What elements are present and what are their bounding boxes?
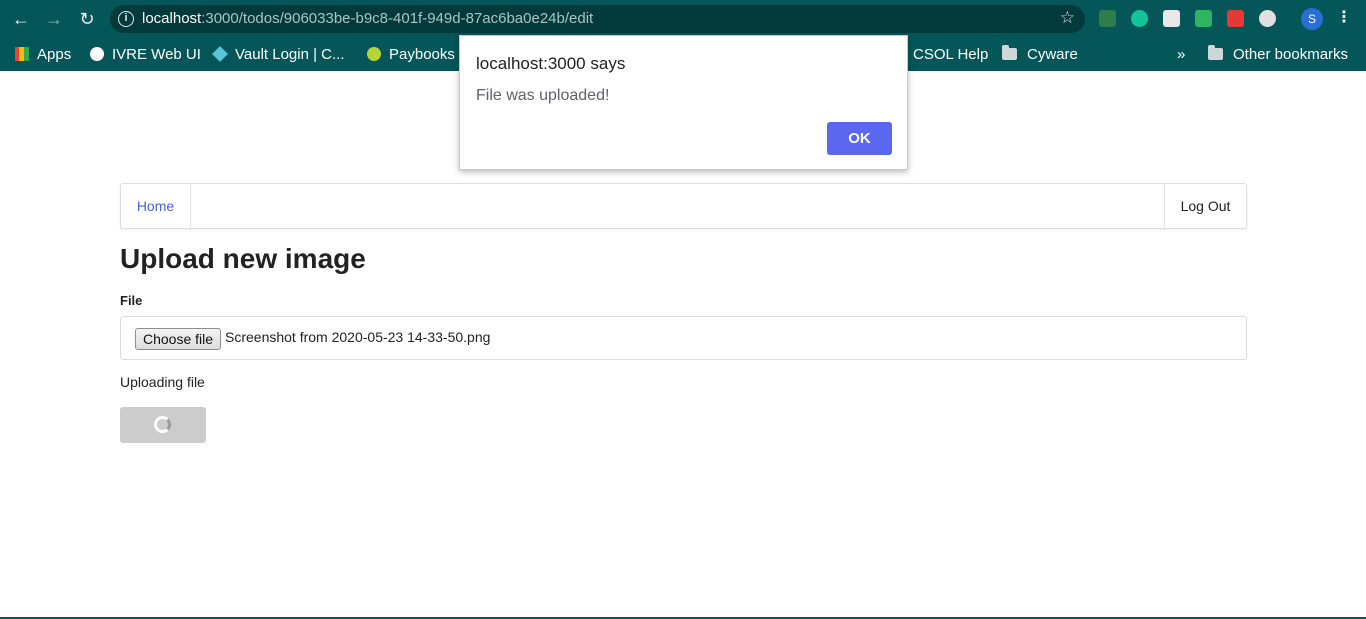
bookmark-label: CSOL Help [913,45,989,63]
extension-icon[interactable] [1163,10,1180,27]
dialog-message: File was uploaded! [476,87,610,104]
reload-icon[interactable]: ↻ [75,7,99,31]
extension-icon[interactable] [1195,10,1212,27]
url-path: :3000/todos/906033be-b9c8-401f-949d-87ac… [201,10,594,27]
file-field-label: File [120,293,143,308]
bookmark-paybooks[interactable]: Paybooks [367,44,455,64]
bookmark-apps[interactable]: Apps [15,44,71,64]
address-url[interactable]: localhost:3000/todos/906033be-b9c8-401f-… [142,10,593,27]
apps-grid-icon [15,47,29,61]
bookmarks-overflow-icon[interactable]: » [1177,44,1185,64]
upload-button[interactable] [120,407,206,443]
forward-arrow-icon[interactable]: → [42,7,66,31]
back-arrow-icon[interactable]: ← [9,7,33,31]
site-navbar: Home Log Out [120,183,1247,229]
bookmark-label: Apps [37,45,72,63]
site-info-icon[interactable]: i [118,11,134,27]
paybooks-icon [367,47,381,61]
bookmark-label: Vault Login | C... [235,45,345,63]
bookmark-other[interactable]: Other bookmarks [1208,44,1348,64]
browser-menu-icon[interactable]: ⋮ [1336,8,1352,28]
extension-icon[interactable] [1259,10,1276,27]
bookmark-ivre[interactable]: IVRE Web UI [90,44,201,64]
nav-home-link[interactable]: Home [121,184,191,228]
bookmark-csol-help[interactable]: CSOL Help [913,44,988,64]
bookmark-label: Cyware [1027,45,1078,63]
bookmark-label: Paybooks [389,45,455,63]
bookmark-vault[interactable]: Vault Login | C... [212,44,345,64]
upload-status-text: Uploading file [120,374,205,390]
profile-avatar[interactable]: S [1301,8,1323,30]
url-host: localhost [142,10,202,27]
grammarly-icon[interactable] [1131,10,1148,27]
bookmark-label: IVRE Web UI [112,45,201,63]
selected-file-name: Screenshot from 2020-05-23 14-33-50.png [225,329,491,345]
folder-icon [1002,45,1017,60]
ok-button[interactable]: OK [827,122,892,155]
choose-file-button[interactable]: Choose file [135,328,222,350]
dialog-title: localhost:3000 says [476,54,626,73]
bookmark-cyware[interactable]: Cyware [1002,44,1078,64]
page-title: Upload new image [120,243,366,274]
loading-spinner-icon [154,416,171,433]
folder-icon [1208,45,1223,60]
bookmark-star-icon[interactable]: ☆ [1060,8,1075,28]
globe-icon [90,47,104,61]
bookmark-label: Other bookmarks [1233,45,1349,63]
browser-toolbar: ← → ↻ i localhost:3000/todos/906033be-b9… [0,0,1366,37]
vault-icon [212,46,228,62]
extension-icon[interactable] [1227,10,1244,27]
extension-icon[interactable] [1099,10,1116,27]
logout-link[interactable]: Log Out [1164,184,1246,228]
address-bar[interactable]: i localhost:3000/todos/906033be-b9c8-401… [110,5,1085,33]
alert-dialog: localhost:3000 says File was uploaded! O… [459,35,908,170]
file-input[interactable]: Choose file Screenshot from 2020-05-23 1… [120,316,1247,360]
